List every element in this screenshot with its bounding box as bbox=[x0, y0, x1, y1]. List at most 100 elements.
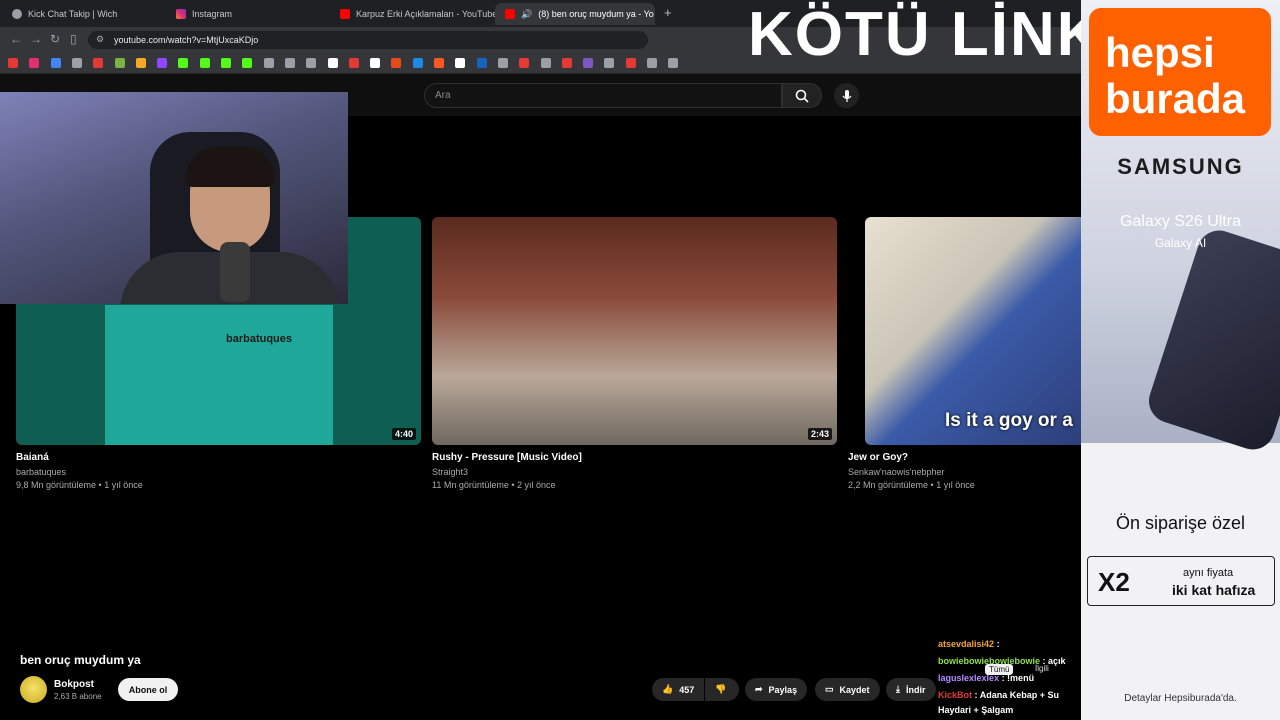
bookmark-favicon-icon[interactable] bbox=[71, 58, 82, 68]
advertisement-panel[interactable]: hepsi burada SAMSUNG Galaxy S26 Ultra Ga… bbox=[1081, 0, 1280, 720]
video-channel[interactable]: Senkaw'naowis'nebpher bbox=[848, 467, 945, 477]
bookmark-favicon-icon[interactable] bbox=[178, 58, 189, 68]
video-meta: 9,8 Mn görüntüleme • 1 yıl önce bbox=[16, 480, 143, 490]
kick-favicon-icon bbox=[12, 9, 22, 19]
save-label: Kaydet bbox=[839, 684, 870, 695]
chat-filter-all[interactable]: Tümü bbox=[985, 664, 1014, 675]
bookmark-favicon-icon[interactable] bbox=[8, 58, 18, 68]
search-button[interactable] bbox=[782, 83, 822, 108]
microphone-icon bbox=[842, 89, 851, 102]
chat-filter-related[interactable]: İlgili bbox=[1035, 664, 1049, 673]
offer-line-2: iki kat hafıza bbox=[1172, 582, 1256, 598]
thumbnail-caption: barbatuques bbox=[226, 333, 293, 345]
tab-label: Kick Chat Takip | Wich bbox=[28, 9, 118, 19]
bookmark-favicon-icon[interactable] bbox=[412, 58, 423, 68]
share-button[interactable]: ➦ Paylaş bbox=[745, 678, 808, 701]
thumbnail-artwork: barbatuques bbox=[105, 305, 333, 445]
bookmark-favicon-icon[interactable] bbox=[327, 58, 338, 68]
like-button[interactable]: 👍 457 bbox=[652, 678, 704, 701]
video-channel[interactable]: Straight3 bbox=[432, 467, 468, 477]
bookmark-favicon-icon[interactable] bbox=[370, 58, 381, 68]
new-tab-icon[interactable]: + bbox=[664, 5, 672, 20]
bookmark-favicon-icon[interactable] bbox=[476, 58, 487, 68]
video-meta: 11 Mn görüntüleme • 2 yıl önce bbox=[432, 480, 556, 490]
video-duration: 2:43 bbox=[807, 428, 832, 440]
bookmark-favicon-icon[interactable] bbox=[242, 58, 253, 68]
tab-instagram[interactable]: Instagram bbox=[166, 3, 332, 25]
video-title[interactable]: Baianá bbox=[16, 452, 49, 463]
bookmark-favicon-icon[interactable] bbox=[50, 58, 61, 68]
bookmark-favicon-icon[interactable] bbox=[540, 58, 551, 68]
share-icon: ➦ bbox=[755, 684, 763, 694]
webcam-overlay bbox=[0, 92, 348, 304]
bookmark-favicon-icon[interactable] bbox=[93, 58, 104, 68]
bookmark-favicon-icon[interactable] bbox=[284, 58, 295, 68]
chat-message: KickBot : Adana Kebap + Su bbox=[938, 690, 1059, 700]
speaker-icon: 🔊 bbox=[521, 8, 533, 19]
chat-text: Haydari + Şalgam bbox=[938, 705, 1014, 715]
chat-message: atsevdalisi42 : bbox=[938, 639, 1000, 649]
video-title[interactable]: Jew or Goy? bbox=[848, 452, 908, 463]
site-info-icon[interactable]: ⚙ bbox=[96, 34, 104, 45]
ad-top-section: hepsi burada SAMSUNG Galaxy S26 Ultra Ga… bbox=[1081, 0, 1280, 456]
video-channel[interactable]: barbatuques bbox=[16, 467, 66, 477]
like-count: 457 bbox=[679, 684, 695, 695]
brand-logo: hepsi burada bbox=[1089, 8, 1271, 136]
video-meta: 2,2 Mn görüntüleme • 1 yıl önce bbox=[848, 480, 975, 490]
bookmark-favicon-icon[interactable] bbox=[348, 58, 359, 68]
channel-name[interactable]: Bokpost bbox=[54, 679, 94, 690]
bookmark-favicon-icon[interactable] bbox=[135, 58, 146, 68]
bookmark-favicon-icon[interactable] bbox=[434, 58, 444, 68]
offer-box: X2 aynı fiyata iki kat hafıza bbox=[1087, 556, 1275, 606]
back-icon[interactable]: ← bbox=[10, 32, 22, 46]
chat-text: : bbox=[996, 639, 1000, 649]
bookmark-favicon-icon[interactable] bbox=[29, 58, 40, 68]
url-field[interactable]: ⚙ youtube.com/watch?v=MtjUxcaKDjo bbox=[88, 31, 648, 49]
bookmark-favicon-icon[interactable] bbox=[519, 58, 530, 68]
download-button[interactable]: ⤓ İndir bbox=[886, 678, 936, 701]
download-label: İndir bbox=[905, 684, 926, 695]
tab-karpuz-youtube[interactable]: Karpuz Erki Açıklamaları - YouTube bbox=[330, 3, 496, 25]
bookmark-favicon-icon[interactable] bbox=[625, 58, 636, 68]
youtube-icon bbox=[340, 9, 350, 19]
tab-kick-chat[interactable]: Kick Chat Takip | Wich bbox=[2, 3, 168, 25]
chat-username: KickBot bbox=[938, 690, 973, 700]
bookmark-icon[interactable]: ▯ bbox=[70, 32, 77, 46]
bookmark-favicon-icon[interactable] bbox=[221, 58, 231, 68]
reload-icon[interactable]: ↻ bbox=[50, 32, 60, 46]
save-icon: ▭ bbox=[825, 684, 834, 694]
video-thumbnail-jew-or-goy[interactable]: Is it a goy or a bbox=[865, 217, 1081, 445]
instagram-icon bbox=[176, 9, 186, 19]
bookmark-favicon-icon[interactable] bbox=[561, 58, 572, 68]
bookmark-favicon-icon[interactable] bbox=[306, 58, 317, 68]
bookmark-favicon-icon[interactable] bbox=[497, 58, 508, 68]
bookmark-favicon-icon[interactable] bbox=[263, 58, 274, 68]
thumbs-up-icon: 👍 bbox=[662, 684, 674, 694]
bookmark-favicon-icon[interactable] bbox=[391, 58, 402, 68]
save-button[interactable]: ▭ Kaydet bbox=[815, 678, 880, 701]
bookmark-favicon-icon[interactable] bbox=[199, 58, 210, 68]
channel-avatar[interactable] bbox=[20, 676, 47, 703]
bookmark-favicon-icon[interactable] bbox=[604, 58, 615, 68]
bookmark-favicon-icon[interactable] bbox=[647, 58, 657, 68]
dislike-button[interactable]: 👎 bbox=[705, 678, 739, 701]
bookmark-favicon-icon[interactable] bbox=[114, 58, 125, 68]
bookmark-favicon-icon[interactable] bbox=[668, 58, 679, 68]
streamer-hair bbox=[185, 147, 275, 187]
video-thumbnail-rushy[interactable]: 2:43 bbox=[432, 217, 837, 445]
bookmark-favicon-icon[interactable] bbox=[455, 58, 466, 68]
subscribe-button[interactable]: Abone ol bbox=[118, 678, 178, 701]
search-input[interactable]: Ara bbox=[424, 83, 782, 108]
bookmark-favicon-icon[interactable] bbox=[583, 58, 594, 68]
share-label: Paylaş bbox=[768, 684, 798, 695]
voice-search-button[interactable] bbox=[834, 83, 859, 108]
microphone bbox=[220, 242, 250, 302]
tab-label: (8) ben oruç muydum ya - Yo bbox=[538, 9, 654, 19]
bookmark-favicon-icon[interactable] bbox=[157, 58, 168, 68]
thumbnail-caption: Is it a goy or a bbox=[945, 410, 1073, 431]
video-title[interactable]: Rushy - Pressure [Music Video] bbox=[432, 452, 582, 463]
ad-details-link[interactable]: Detaylar Hepsiburada'da. bbox=[1081, 693, 1280, 704]
forward-icon[interactable]: → bbox=[30, 32, 42, 46]
tab-active-video[interactable]: 🔊 (8) ben oruç muydum ya - Yo ✕ bbox=[495, 3, 655, 25]
tab-label: Instagram bbox=[192, 9, 233, 19]
